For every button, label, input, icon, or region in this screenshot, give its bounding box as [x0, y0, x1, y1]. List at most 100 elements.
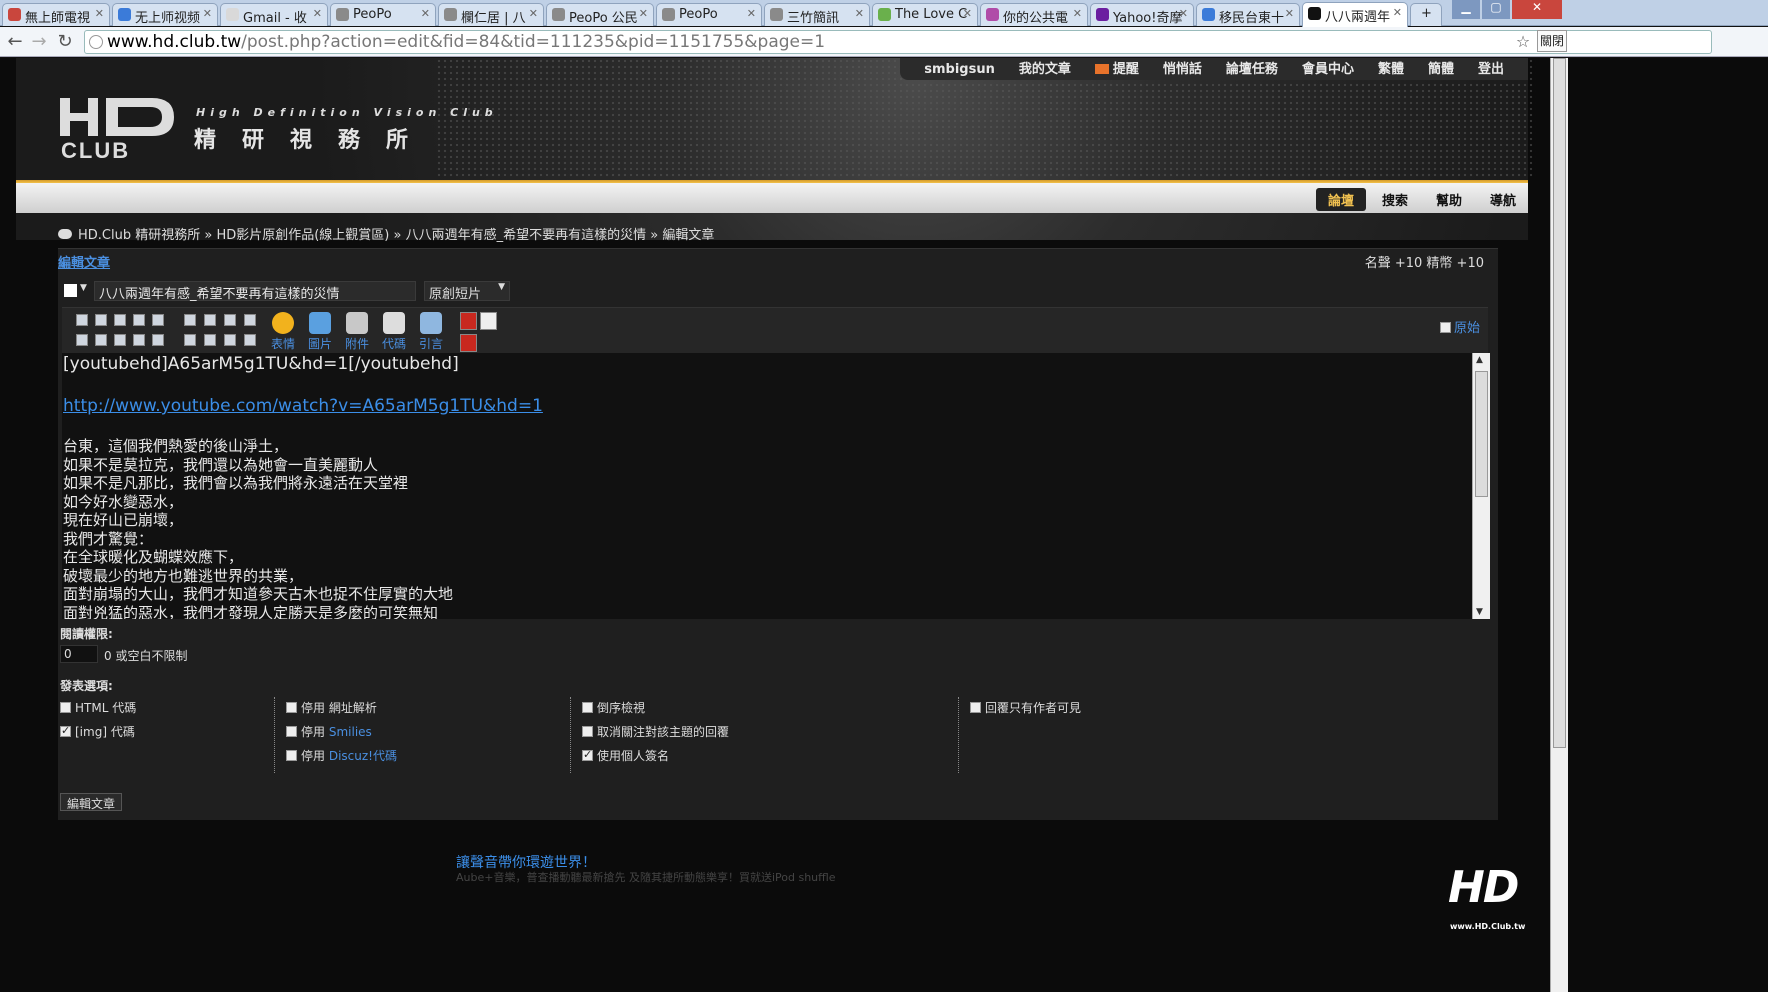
- copy-icon[interactable]: [244, 334, 256, 346]
- browser-tab[interactable]: Yahoo!奇摩 ✕: [1090, 3, 1194, 26]
- maximize-button[interactable]: ▢: [1482, 0, 1510, 19]
- user-menu-item[interactable]: 提醒: [1083, 58, 1151, 80]
- browser-tab[interactable]: 移民台東十 ✕: [1196, 3, 1300, 26]
- table-icon[interactable]: [133, 334, 145, 346]
- option-checkbox[interactable]: [60, 724, 71, 737]
- reload-icon[interactable]: ↻: [54, 31, 76, 53]
- youtube-hd-icon[interactable]: [460, 334, 477, 352]
- option-checkbox[interactable]: [582, 748, 593, 761]
- page-scrollbar[interactable]: [1550, 58, 1568, 992]
- close-tab-icon[interactable]: ✕: [963, 7, 972, 20]
- option-checkbox[interactable]: [60, 702, 71, 713]
- close-tab-icon[interactable]: ✕: [1285, 7, 1294, 20]
- close-window-button[interactable]: ✕: [1512, 0, 1562, 19]
- close-tab-icon[interactable]: ✕: [203, 7, 212, 20]
- close-tab-icon[interactable]: ✕: [1073, 7, 1082, 20]
- browser-tab[interactable]: 欄仁居 | 八 ✕: [438, 3, 544, 26]
- panel-title[interactable]: 編輯文章: [58, 252, 110, 271]
- user-menu-item[interactable]: 簡體: [1416, 58, 1466, 80]
- redo-icon[interactable]: [204, 314, 216, 326]
- close-tab-icon[interactable]: ✕: [95, 7, 104, 20]
- user-menu-item[interactable]: 我的文章: [1007, 58, 1083, 80]
- browser-tab[interactable]: PeoPo ✕: [656, 3, 762, 26]
- post-option[interactable]: 回覆只有作者可見: [970, 699, 1081, 716]
- close-tab-icon[interactable]: ✕: [639, 7, 648, 20]
- option-checkbox[interactable]: [286, 702, 297, 713]
- color-picker-dropdown[interactable]: ▼: [62, 281, 92, 301]
- option-label[interactable]: Smilies: [329, 725, 372, 739]
- close-tab-icon[interactable]: ✕: [1179, 7, 1188, 20]
- browser-tab[interactable]: Gmail - 收 ✕: [220, 3, 328, 26]
- paste-icon[interactable]: [244, 314, 256, 326]
- zoom-out-icon[interactable]: [204, 334, 216, 346]
- option-checkbox[interactable]: [286, 726, 297, 737]
- scroll-thumb[interactable]: [1475, 371, 1488, 497]
- align-left-icon[interactable]: [76, 334, 88, 346]
- raw-mode-toggle[interactable]: 原始: [1439, 317, 1480, 336]
- toolbar-image-button[interactable]: 圖片: [303, 312, 337, 352]
- link-icon[interactable]: [152, 314, 164, 326]
- editor-url-link[interactable]: http://www.youtube.com/watch?v=A65arM5g1…: [63, 395, 1463, 417]
- option-checkbox[interactable]: [582, 726, 593, 737]
- page-scroll-thumb[interactable]: [1553, 58, 1566, 748]
- post-option[interactable]: 取消關注對該主題的回覆: [582, 723, 729, 740]
- user-menu-item[interactable]: 登出: [1466, 58, 1516, 80]
- subnav-item[interactable]: 搜索: [1370, 188, 1420, 211]
- option-label[interactable]: Discuz!代碼: [329, 749, 397, 763]
- undo-icon[interactable]: [184, 314, 196, 326]
- close-tab-icon[interactable]: ✕: [421, 7, 430, 20]
- extension-button[interactable]: 關閉: [1537, 30, 1567, 52]
- toolbar-smiley-button[interactable]: 表情: [266, 312, 300, 352]
- toolbar-quote-button[interactable]: 引言: [414, 312, 448, 352]
- user-menu-item[interactable]: smbigsun: [912, 58, 1007, 80]
- breadcrumb-text[interactable]: HD.Club 精研視務所 » HD影片原創作品(線上觀賞區) » 八八兩週年有…: [78, 228, 714, 243]
- post-option[interactable]: 倒序檢視: [582, 699, 645, 716]
- subnav-item[interactable]: 幫助: [1424, 188, 1474, 211]
- zoom-in-icon[interactable]: [184, 334, 196, 346]
- address-bar[interactable]: www.hd.club.tw/post.php?action=edit&fid=…: [84, 30, 1712, 54]
- editor-scrollbar[interactable]: ▲ ▼: [1472, 353, 1490, 619]
- list-icon[interactable]: [95, 334, 107, 346]
- cut-icon[interactable]: [224, 314, 236, 326]
- subnav-item[interactable]: 論壇: [1315, 188, 1366, 211]
- user-menu-item[interactable]: 繁體: [1366, 58, 1416, 80]
- post-option[interactable]: [img] 代碼: [60, 723, 135, 740]
- subnav-item[interactable]: 導航: [1478, 188, 1528, 211]
- post-editor-textarea[interactable]: [youtubehd]A65arM5g1TU&hd=1[/youtubehd] …: [62, 353, 1490, 619]
- browser-tab[interactable]: 無上師電視 ✕: [2, 3, 110, 26]
- toolbar-code-button[interactable]: 代碼: [377, 312, 411, 352]
- user-menu-item[interactable]: 論壇任務: [1214, 58, 1290, 80]
- browser-tab[interactable]: The Love C ✕: [872, 3, 978, 26]
- scroll-down-icon[interactable]: ▼: [1476, 607, 1483, 617]
- post-option[interactable]: 停用 網址解析: [286, 699, 377, 716]
- close-tab-icon[interactable]: ✕: [1393, 6, 1402, 19]
- minimize-button[interactable]: ▁: [1452, 0, 1480, 19]
- close-tab-icon[interactable]: ✕: [855, 7, 864, 20]
- bold-icon[interactable]: [76, 314, 88, 326]
- subject-input[interactable]: 八八兩週年有感_希望不要再有這樣的災情: [94, 281, 416, 302]
- color-icon[interactable]: [133, 314, 145, 326]
- close-tab-icon[interactable]: ✕: [747, 7, 756, 20]
- submit-edit-button[interactable]: 編輯文章: [60, 793, 123, 811]
- back-icon[interactable]: ←: [4, 31, 26, 53]
- browser-tab[interactable]: PeoPo 公民 ✕: [546, 3, 654, 26]
- user-menu-item[interactable]: 會員中心: [1290, 58, 1366, 80]
- raw-checkbox[interactable]: [1439, 322, 1451, 333]
- hd-club-logo[interactable]: CLUB: [60, 98, 178, 160]
- font-icon[interactable]: [95, 314, 107, 326]
- browser-tab[interactable]: PeoPo ✕: [330, 3, 436, 26]
- size-icon[interactable]: [114, 314, 126, 326]
- post-option[interactable]: HTML 代碼: [60, 699, 136, 716]
- forward-icon[interactable]: →: [28, 31, 50, 53]
- post-option[interactable]: 使用個人簽名: [582, 747, 669, 764]
- browser-tab[interactable]: 无上师视频 ✕: [112, 3, 218, 26]
- page-icon[interactable]: [224, 334, 236, 346]
- post-option[interactable]: 停用 Smilies: [286, 723, 372, 740]
- browser-tab[interactable]: 三竹簡訊 ✕: [764, 3, 870, 26]
- vimeo-icon[interactable]: [480, 312, 497, 330]
- read-permission-input[interactable]: 0: [60, 645, 98, 663]
- user-menu-item[interactable]: 悄悄話: [1151, 58, 1214, 80]
- option-checkbox[interactable]: [286, 750, 297, 761]
- new-tab-button[interactable]: +: [1410, 3, 1442, 26]
- post-option[interactable]: 停用 Discuz!代碼: [286, 747, 397, 764]
